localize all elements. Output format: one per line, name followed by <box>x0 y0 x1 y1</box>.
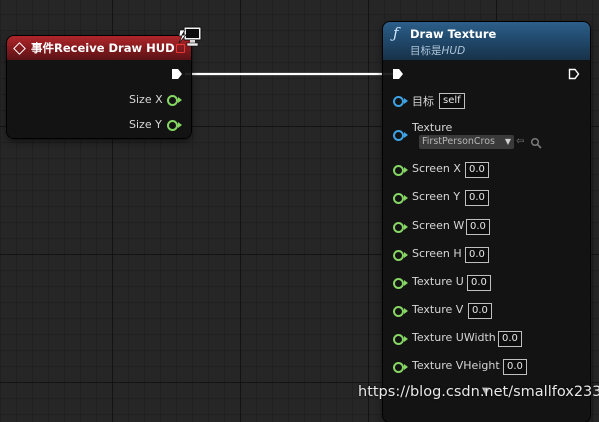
param-row: Texture VHeight 0.0 <box>393 359 583 377</box>
size-x-pin[interactable] <box>167 95 178 106</box>
texture-v-label: Texture V <box>412 303 464 316</box>
screen-w-pin[interactable] <box>393 222 404 233</box>
param-arrow-icon <box>404 336 408 342</box>
texture-asset-dropdown[interactable]: FirstPersonCros ▼ <box>419 135 514 149</box>
screen-x-field[interactable]: 0.0 <box>465 162 489 178</box>
param-arrow-icon <box>404 167 408 173</box>
texture-vheight-field[interactable]: 0.0 <box>503 359 527 375</box>
texture-label: Texture <box>412 121 453 134</box>
target-arrow-icon <box>404 98 408 104</box>
screen-x-label: Screen X <box>412 162 461 175</box>
param-row: Texture V 0.0 <box>393 303 583 321</box>
param-arrow-icon <box>404 224 408 230</box>
screen-y-pin[interactable] <box>393 193 404 204</box>
param-arrow-icon <box>404 308 408 314</box>
param-row: Screen W 0.0 <box>393 219 583 237</box>
texture-arrow-icon <box>404 132 408 138</box>
param-row: Texture UWidth 0.0 <box>393 331 583 349</box>
event-receive-draw-hud-node[interactable]: 事件Receive Draw HUD <box>7 36 191 138</box>
param-row: Screen X 0.0 <box>393 162 583 180</box>
texture-vheight-label: Texture VHeight <box>412 359 500 372</box>
size-y-arrow-icon <box>178 122 182 128</box>
param-arrow-icon <box>404 195 408 201</box>
texture-u-field[interactable]: 0.0 <box>467 275 491 291</box>
size-x-arrow-icon <box>178 97 182 103</box>
draw-exec-in-pin[interactable] <box>392 68 404 80</box>
screen-x-pin[interactable] <box>393 165 404 176</box>
texture-v-pin[interactable] <box>393 306 404 317</box>
watermark-text: https://blog.csdn.net/smallfox233 <box>358 384 599 400</box>
draw-texture-title: Draw Texture <box>410 27 497 41</box>
target-pin[interactable] <box>393 96 404 107</box>
texture-uwidth-pin[interactable] <box>393 334 404 345</box>
target-label: 目标 <box>412 95 434 108</box>
event-node-header[interactable]: 事件Receive Draw HUD <box>7 36 191 60</box>
target-value-field[interactable]: self <box>439 93 465 109</box>
draw-texture-header[interactable]: ƒ Draw Texture 目标是HUD <box>383 22 590 60</box>
subtitle-prefix: 目标是 <box>410 45 442 57</box>
param-row: Texture U 0.0 <box>393 275 583 293</box>
event-diamond-icon <box>13 41 26 55</box>
draw-texture-subtitle: 目标是HUD <box>410 43 465 58</box>
use-selected-asset-icon[interactable]: ⇦ <box>516 136 524 147</box>
draw-exec-out-pin[interactable] <box>568 68 580 80</box>
browse-asset-icon[interactable] <box>530 137 542 149</box>
screen-w-field[interactable]: 0.0 <box>466 219 490 235</box>
texture-vheight-pin[interactable] <box>393 362 404 373</box>
screen-w-label: Screen W <box>412 219 465 232</box>
texture-asset-value: FirstPersonCros <box>422 136 496 147</box>
dropdown-arrow-icon: ▼ <box>504 137 511 146</box>
function-icon: ƒ <box>393 24 399 42</box>
param-arrow-icon <box>404 364 408 370</box>
param-arrow-icon <box>404 280 408 286</box>
subtitle-target: HUD <box>441 45 466 57</box>
texture-uwidth-field[interactable]: 0.0 <box>498 331 522 347</box>
param-arrow-icon <box>404 252 408 258</box>
texture-u-pin[interactable] <box>393 278 404 289</box>
size-x-label: Size X <box>129 93 163 106</box>
size-y-label: Size Y <box>129 118 162 131</box>
texture-pin[interactable] <box>393 130 404 141</box>
param-row: Screen H 0.0 <box>393 247 583 265</box>
screen-y-field[interactable]: 0.0 <box>465 190 489 206</box>
screen-h-field[interactable]: 0.0 <box>465 247 489 263</box>
param-row: Screen Y 0.0 <box>393 190 583 208</box>
texture-uwidth-label: Texture UWidth <box>412 331 496 344</box>
client-monitor-icon <box>178 26 202 48</box>
event-exec-out-pin[interactable] <box>171 68 183 80</box>
screen-h-pin[interactable] <box>393 250 404 261</box>
screen-y-label: Screen Y <box>412 190 461 203</box>
size-y-pin[interactable] <box>167 120 178 131</box>
event-node-title: 事件Receive Draw HUD <box>31 41 175 55</box>
texture-u-label: Texture U <box>412 275 464 288</box>
screen-h-label: Screen H <box>412 247 462 260</box>
texture-v-field[interactable]: 0.0 <box>468 303 492 319</box>
